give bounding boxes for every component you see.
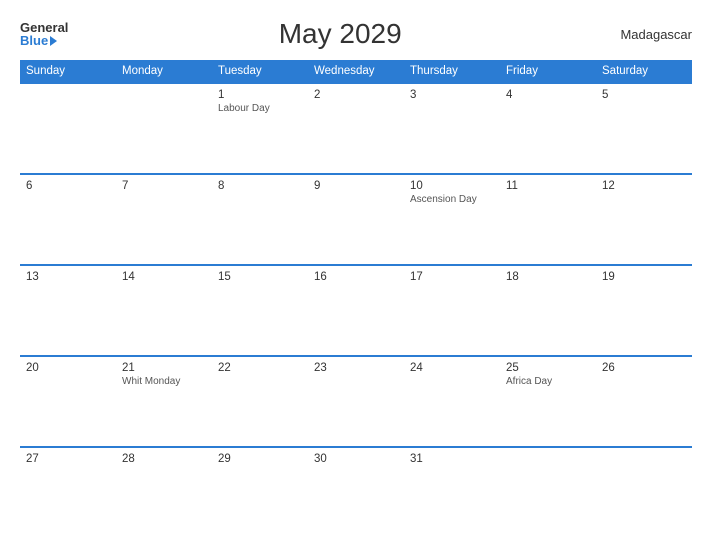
calendar-cell: 16 (308, 265, 404, 356)
day-number: 11 (506, 180, 590, 192)
calendar-cell: 19 (596, 265, 692, 356)
calendar-cell: 25 Africa Day (500, 356, 596, 447)
calendar-cell: 30 (308, 447, 404, 538)
col-saturday: Saturday (596, 60, 692, 83)
calendar-cell: 1 Labour Day (212, 83, 308, 174)
calendar-cell (20, 83, 116, 174)
day-number: 4 (506, 89, 590, 101)
calendar-title: May 2029 (68, 18, 612, 50)
day-number: 27 (26, 453, 110, 465)
calendar-cell: 5 (596, 83, 692, 174)
calendar-week-row: 6789 10 Ascension Day 11 12 (20, 174, 692, 265)
day-number: 3 (410, 89, 494, 101)
calendar-cell: 4 (500, 83, 596, 174)
holiday-name: Labour Day (218, 103, 302, 114)
calendar-cell: 26 (596, 356, 692, 447)
day-number: 19 (602, 271, 686, 283)
day-number: 17 (410, 271, 494, 283)
calendar-cell: 17 (404, 265, 500, 356)
day-number: 20 (26, 362, 110, 374)
day-number: 15 (218, 271, 302, 283)
day-number: 10 (410, 180, 494, 192)
calendar-cell: 21 Whit Monday (116, 356, 212, 447)
logo: General Blue (20, 21, 68, 47)
calendar-header-row: Sunday Monday Tuesday Wednesday Thursday… (20, 60, 692, 83)
calendar-week-row: 27 28 29 30 31 (20, 447, 692, 538)
col-tuesday: Tuesday (212, 60, 308, 83)
calendar-cell: 6 (20, 174, 116, 265)
day-number: 31 (410, 453, 494, 465)
holiday-name: Whit Monday (122, 376, 206, 387)
calendar-cell: 3 (404, 83, 500, 174)
calendar-cell: 8 (212, 174, 308, 265)
calendar-cell: 7 (116, 174, 212, 265)
calendar-cell: 10 Ascension Day (404, 174, 500, 265)
day-number: 22 (218, 362, 302, 374)
calendar-cell: 29 (212, 447, 308, 538)
day-number: 25 (506, 362, 590, 374)
day-number: 29 (218, 453, 302, 465)
calendar-cell: 12 (596, 174, 692, 265)
holiday-name: Ascension Day (410, 194, 494, 205)
col-sunday: Sunday (20, 60, 116, 83)
calendar-cell: 22 (212, 356, 308, 447)
calendar-cell: 14 (116, 265, 212, 356)
day-number: 26 (602, 362, 686, 374)
day-number: 24 (410, 362, 494, 374)
day-number: 23 (314, 362, 398, 374)
calendar-cell: 11 (500, 174, 596, 265)
logo-blue-text: Blue (20, 34, 68, 47)
day-number: 28 (122, 453, 206, 465)
holiday-name: Africa Day (506, 376, 590, 387)
day-number: 12 (602, 180, 686, 192)
calendar-cell: 2 (308, 83, 404, 174)
calendar-week-row: 20 21 Whit Monday 22 23 24 25 Africa Day 26 (20, 356, 692, 447)
day-number: 14 (122, 271, 206, 283)
day-number: 7 (122, 180, 206, 192)
day-number: 2 (314, 89, 398, 101)
header: General Blue May 2029 Madagascar (20, 18, 692, 50)
day-number: 16 (314, 271, 398, 283)
day-number: 8 (218, 180, 302, 192)
calendar-cell (596, 447, 692, 538)
calendar-cell: 13 (20, 265, 116, 356)
calendar-cell: 31 (404, 447, 500, 538)
calendar-cell: 18 (500, 265, 596, 356)
calendar-cell (116, 83, 212, 174)
calendar-week-row: 1 Labour Day 2345 (20, 83, 692, 174)
calendar-week-row: 13 14 15 16 17 18 19 (20, 265, 692, 356)
day-number: 6 (26, 180, 110, 192)
calendar-cell: 28 (116, 447, 212, 538)
day-number: 9 (314, 180, 398, 192)
calendar-cell: 9 (308, 174, 404, 265)
calendar-cell: 15 (212, 265, 308, 356)
col-thursday: Thursday (404, 60, 500, 83)
col-friday: Friday (500, 60, 596, 83)
calendar-cell: 27 (20, 447, 116, 538)
calendar-table: Sunday Monday Tuesday Wednesday Thursday… (20, 60, 692, 538)
calendar-cell: 23 (308, 356, 404, 447)
day-number: 5 (602, 89, 686, 101)
calendar-page: General Blue May 2029 Madagascar Sunday … (0, 0, 712, 550)
col-monday: Monday (116, 60, 212, 83)
calendar-cell: 24 (404, 356, 500, 447)
calendar-cell: 20 (20, 356, 116, 447)
country-label: Madagascar (612, 27, 692, 42)
day-number: 1 (218, 89, 302, 101)
col-wednesday: Wednesday (308, 60, 404, 83)
calendar-cell (500, 447, 596, 538)
logo-triangle-icon (50, 36, 57, 46)
day-number: 13 (26, 271, 110, 283)
day-number: 30 (314, 453, 398, 465)
day-number: 21 (122, 362, 206, 374)
day-number: 18 (506, 271, 590, 283)
